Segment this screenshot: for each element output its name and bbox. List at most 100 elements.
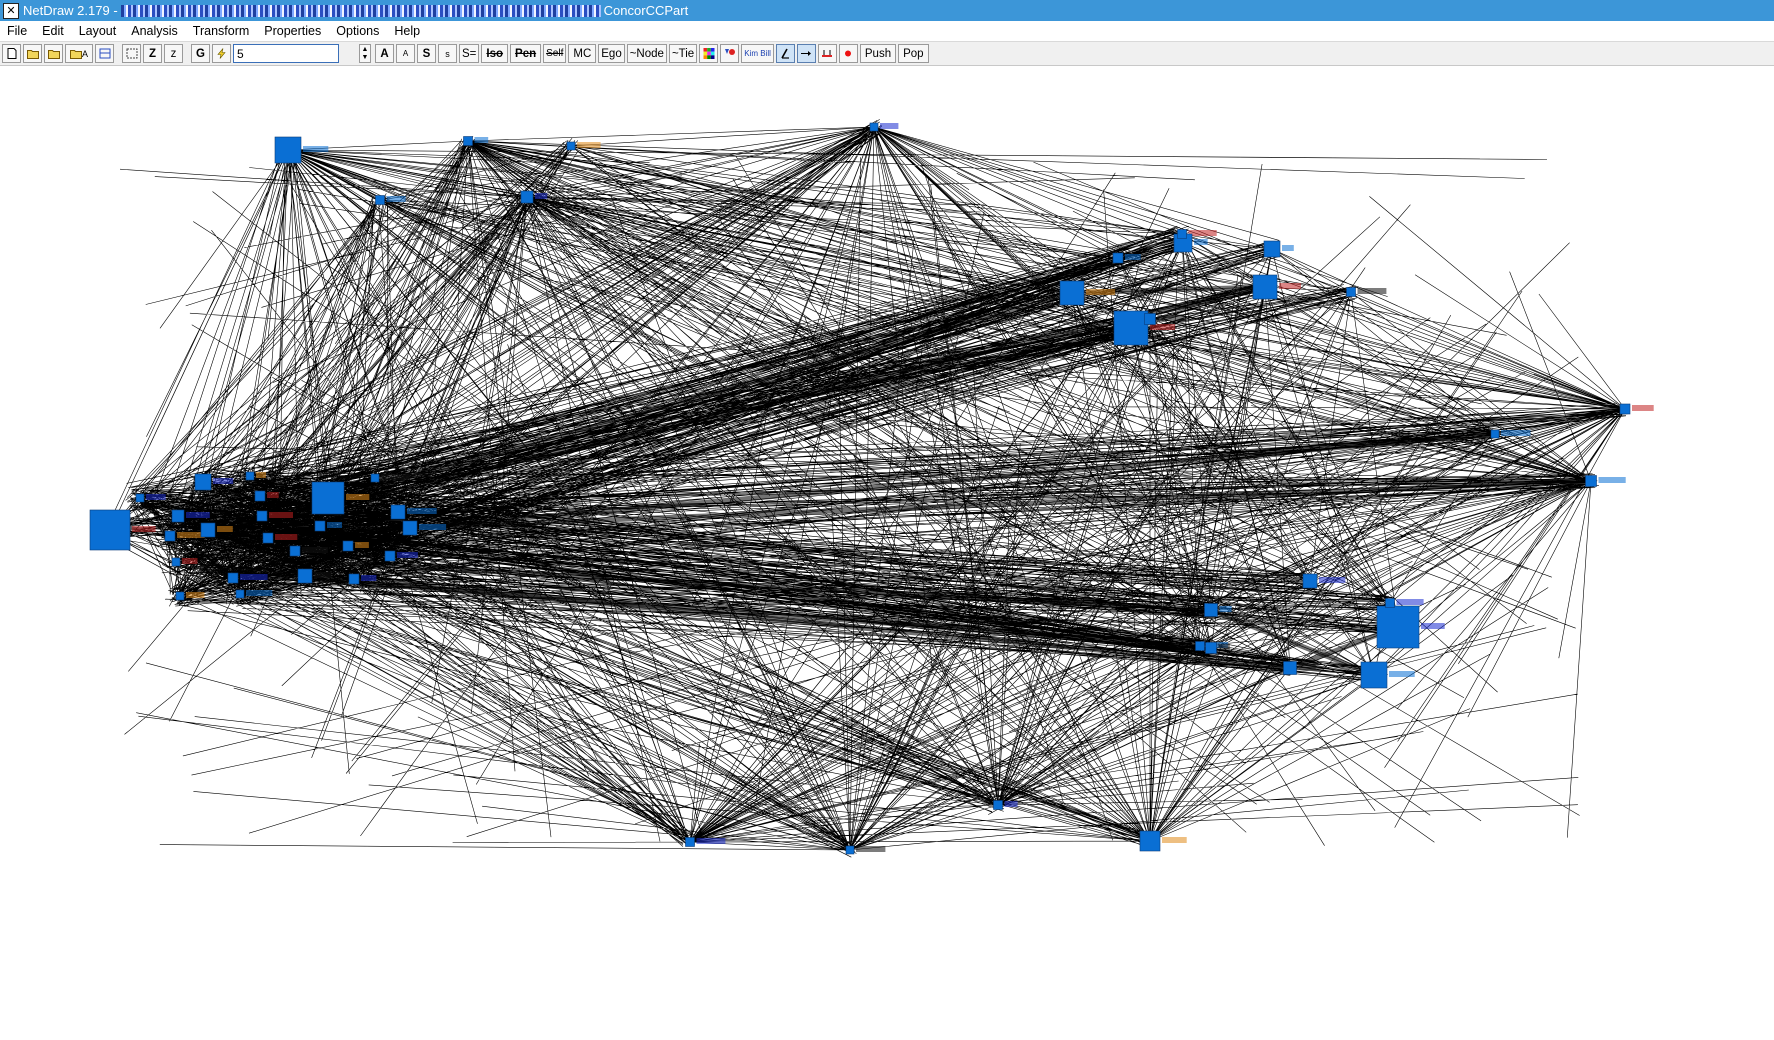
- pendants-button[interactable]: Pen: [510, 44, 542, 63]
- network-node-11[interactable]: [566, 141, 576, 151]
- layout-icon[interactable]: [95, 44, 115, 63]
- node-label-28: [696, 838, 726, 844]
- network-graph[interactable]: [0, 66, 1774, 1040]
- push-button[interactable]: Push: [859, 44, 897, 63]
- network-canvas[interactable]: [0, 66, 1774, 1040]
- netdraw-app-icon[interactable]: ✕: [3, 2, 19, 19]
- node-size-equal-button[interactable]: S=: [459, 44, 480, 63]
- network-node-42[interactable]: [262, 532, 274, 544]
- isolates-button[interactable]: Iso: [481, 44, 509, 63]
- line-style-icon[interactable]: [775, 44, 795, 63]
- pop-button[interactable]: Pop: [898, 44, 929, 63]
- network-node-23[interactable]: [1385, 598, 1395, 608]
- menu-help[interactable]: Help: [387, 24, 428, 38]
- network-node-36[interactable]: [256, 510, 268, 522]
- network-node-26[interactable]: [1283, 661, 1297, 675]
- network-node-51[interactable]: [314, 520, 326, 532]
- label-size-up-button[interactable]: A: [375, 44, 395, 63]
- network-node-0[interactable]: [89, 509, 131, 551]
- network-node-45[interactable]: [175, 591, 185, 601]
- network-node-14[interactable]: [869, 122, 879, 132]
- network-node-10[interactable]: [463, 136, 473, 146]
- network-node-8[interactable]: [1263, 240, 1281, 258]
- node-color-icon[interactable]: [838, 44, 858, 63]
- network-node-3[interactable]: [1376, 605, 1420, 649]
- network-node-13[interactable]: [520, 190, 534, 204]
- network-node-22[interactable]: [1302, 573, 1318, 589]
- open-attributes-icon[interactable]: A: [65, 44, 94, 63]
- kim-bill-button[interactable]: Kim Bill: [741, 44, 774, 63]
- menu-properties[interactable]: Properties: [257, 24, 329, 38]
- network-node-49[interactable]: [289, 545, 301, 557]
- menu-transform[interactable]: Transform: [186, 24, 258, 38]
- network-node-38[interactable]: [297, 568, 313, 584]
- network-node-25[interactable]: [1195, 641, 1205, 651]
- network-node-24[interactable]: [1204, 603, 1218, 617]
- network-node-52[interactable]: [370, 473, 380, 483]
- network-node-40[interactable]: [348, 573, 360, 585]
- node-label-14: [880, 123, 899, 129]
- network-node-44[interactable]: [342, 540, 354, 552]
- line-color-icon[interactable]: [817, 44, 837, 63]
- node-filter-button[interactable]: ~Node: [626, 44, 667, 63]
- menu-options[interactable]: Options: [329, 24, 387, 38]
- network-node-37[interactable]: [171, 509, 185, 523]
- ego-button[interactable]: Ego: [598, 44, 625, 63]
- network-node-21[interactable]: [1490, 429, 1500, 439]
- network-node-43[interactable]: [384, 550, 396, 562]
- network-node-20[interactable]: [1585, 475, 1597, 487]
- threshold-input[interactable]: [233, 44, 340, 63]
- network-node-53[interactable]: [245, 471, 255, 481]
- zoom-fit-icon[interactable]: [122, 44, 142, 63]
- network-node-16[interactable]: [1346, 287, 1356, 297]
- lightning-icon[interactable]: [212, 44, 232, 63]
- network-node-18[interactable]: [1144, 313, 1156, 325]
- color-grid-icon[interactable]: [699, 44, 719, 63]
- new-file-icon[interactable]: [2, 44, 21, 63]
- node-size-down-button[interactable]: s: [438, 44, 458, 63]
- network-node-6[interactable]: [1252, 274, 1278, 300]
- network-node-1[interactable]: [274, 136, 302, 164]
- network-node-27[interactable]: [993, 800, 1003, 810]
- shape-properties-icon[interactable]: [720, 44, 740, 63]
- network-node-31[interactable]: [194, 473, 212, 491]
- menu-edit[interactable]: Edit: [35, 24, 72, 38]
- mc-button[interactable]: MC: [568, 44, 597, 63]
- menu-analysis[interactable]: Analysis: [124, 24, 186, 38]
- arrow-direction-icon[interactable]: [796, 44, 816, 63]
- network-node-41[interactable]: [164, 530, 176, 542]
- network-node-50[interactable]: [171, 557, 181, 567]
- network-node-17[interactable]: [1112, 252, 1124, 264]
- network-node-48[interactable]: [254, 490, 266, 502]
- node-size-up-button[interactable]: S: [417, 44, 437, 63]
- network-node-7[interactable]: [1059, 280, 1085, 306]
- network-node-15[interactable]: [1177, 229, 1187, 239]
- network-node-28[interactable]: [685, 837, 695, 847]
- network-node-2[interactable]: [1113, 310, 1149, 346]
- menu-file[interactable]: File: [0, 24, 35, 38]
- network-node-19[interactable]: [1619, 403, 1631, 415]
- network-node-32[interactable]: [311, 481, 345, 515]
- network-node-35[interactable]: [200, 522, 216, 538]
- tie-filter-button[interactable]: ~Tie: [668, 44, 698, 63]
- node-label-21: [1501, 430, 1531, 436]
- network-node-9[interactable]: [1139, 830, 1161, 852]
- zoom-out-button[interactable]: z: [164, 44, 184, 63]
- menu-layout[interactable]: Layout: [72, 24, 125, 38]
- open-folder-icon[interactable]: [23, 44, 42, 63]
- network-node-30[interactable]: [1205, 642, 1217, 654]
- network-node-34[interactable]: [402, 520, 418, 536]
- network-node-39[interactable]: [227, 572, 239, 584]
- open-data-icon[interactable]: [44, 44, 63, 63]
- graph-button[interactable]: G: [191, 44, 211, 63]
- network-node-46[interactable]: [235, 589, 245, 599]
- network-node-47[interactable]: [135, 493, 145, 503]
- network-node-12[interactable]: [375, 195, 385, 205]
- network-node-4[interactable]: [1360, 661, 1388, 689]
- zoom-in-button[interactable]: Z: [143, 44, 163, 63]
- label-size-down-button[interactable]: A: [396, 44, 416, 63]
- self-loops-button[interactable]: Self: [543, 44, 567, 63]
- network-node-33[interactable]: [390, 504, 406, 520]
- threshold-stepper[interactable]: ▲ ▼: [359, 44, 372, 63]
- network-node-29[interactable]: [845, 845, 855, 855]
